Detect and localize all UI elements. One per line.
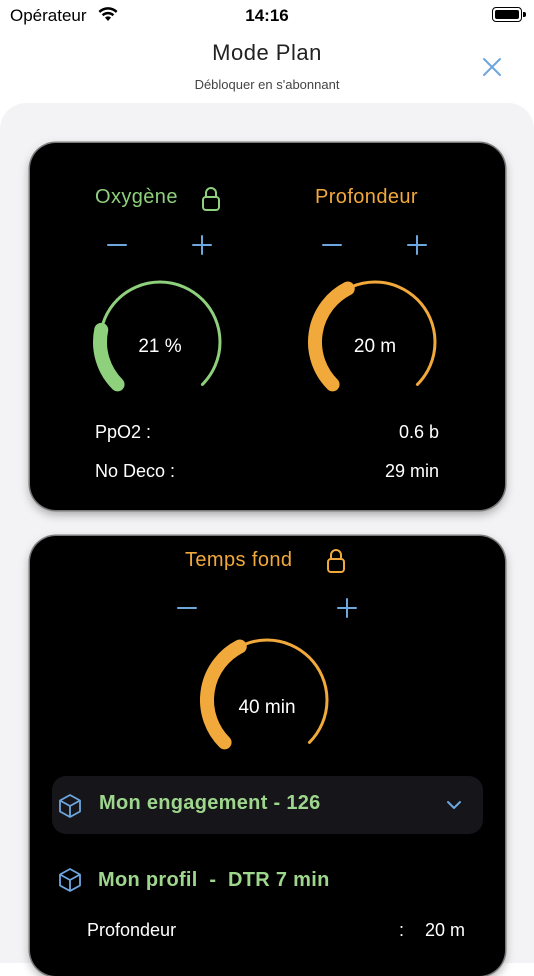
lock-icon [327,549,345,573]
oxygen-title: Oxygène [95,186,178,208]
close-icon[interactable] [480,55,504,79]
bottom-time-title: Temps fond [185,549,293,571]
status-time: 14:16 [245,6,289,25]
oxygen-plus-button[interactable] [187,230,217,260]
oxygen-gauge-track [98,280,222,386]
cube-icon [59,868,81,892]
profile-depth-value: 20 m [425,920,466,940]
chevron-down-icon[interactable] [445,796,463,814]
profile-depth-label: Profondeur [87,920,177,940]
engagement-dropdown[interactable]: Mon engagement - 126 [52,776,483,834]
engagement-title: Mon engagement - 126 [99,792,321,814]
no-deco-label: No Deco : [95,461,176,481]
lock-icon [202,187,220,211]
page-title: Mode Plan [212,40,322,65]
bottom-time-gauge-fill [200,639,247,750]
depth-value: 20 m [353,336,397,357]
depth-gauge[interactable] [290,270,460,400]
ppo2-value: 0.6 b [398,422,439,442]
bottom-time-minus-button[interactable] [172,593,202,623]
gas-depth-card: Oxygène 21 % Profondeur 20 m PpO2 : 0.6 … [30,143,505,510]
no-deco-value: 29 min [384,461,439,481]
bottom-time-plus-button[interactable] [332,593,362,623]
bottom-time-value: 40 min [238,697,296,718]
oxygen-minus-button[interactable] [102,230,132,260]
bottom-time-gauge[interactable] [182,628,352,758]
oxygen-value: 21 % [138,336,182,357]
oxygen-gauge[interactable] [75,270,245,400]
bottom-time-card: Temps fond 40 min Mon engagement - 126 M… [30,536,505,976]
depth-plus-button[interactable] [402,230,432,260]
depth-title: Profondeur [315,186,418,208]
profile-depth-separator: : [399,920,405,940]
profile-title: Mon profil - DTR 7 min [98,869,330,891]
cube-icon [59,794,81,818]
unlock-subscription-link[interactable]: Débloquer en s'abonnant [0,77,534,92]
battery-icon [492,7,526,22]
ppo2-label: PpO2 : [95,422,152,442]
depth-minus-button[interactable] [317,230,347,260]
status-bar: Opérateur 14:16 [0,0,534,32]
